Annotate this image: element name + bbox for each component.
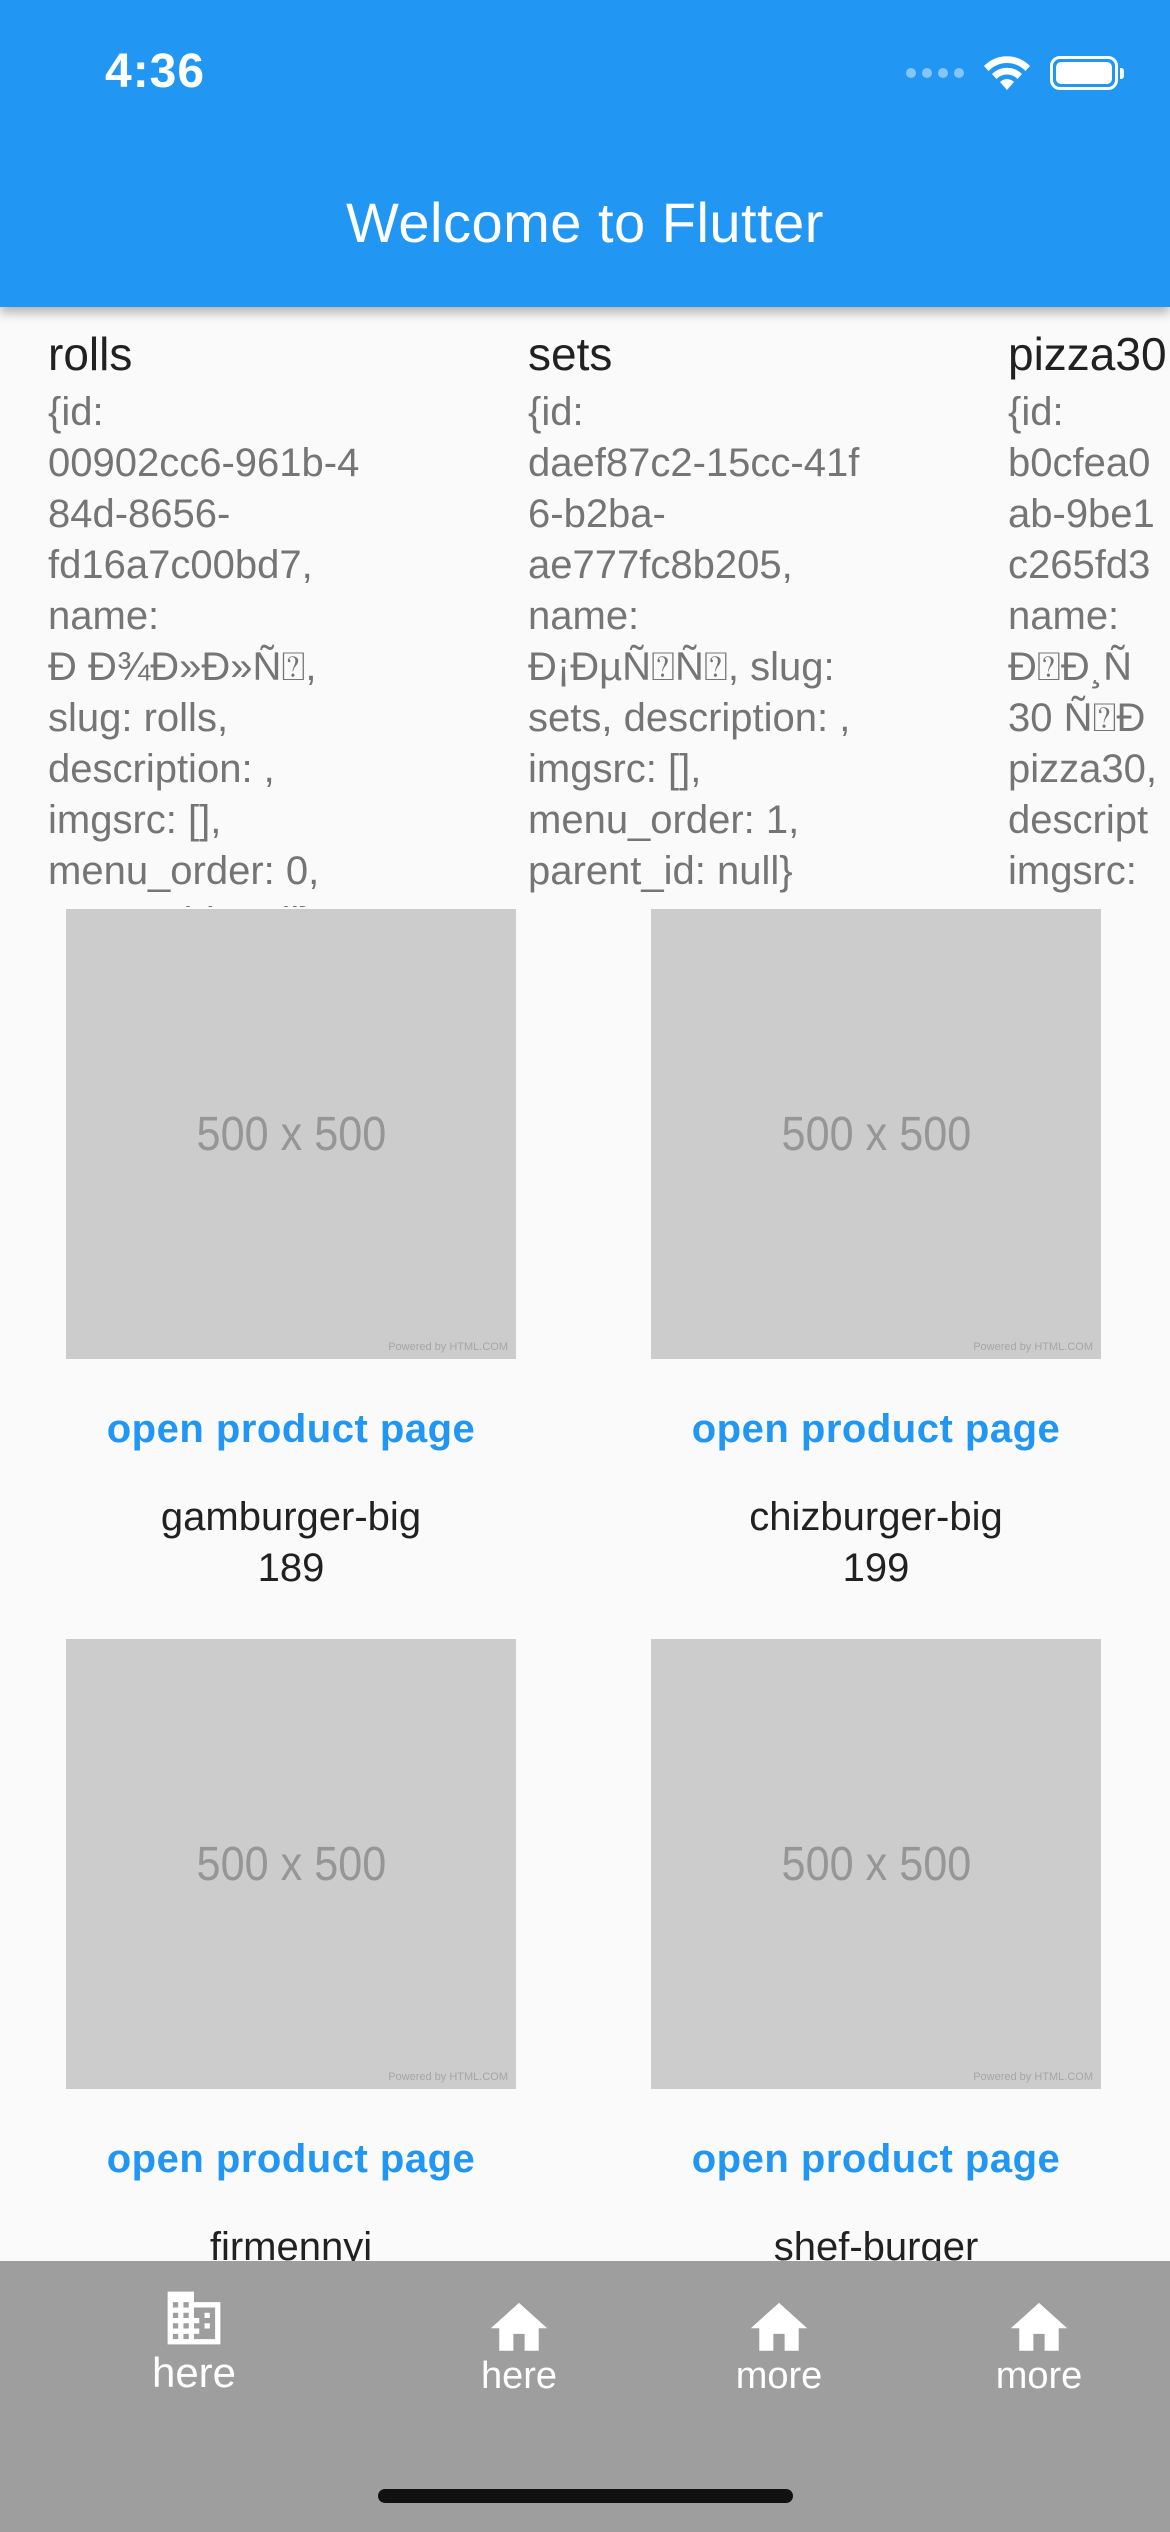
product-card: 500 x 500 Powered by HTML.COM open produ… — [66, 1639, 516, 2261]
category-item[interactable]: rolls {id: 00902cc6-961b-4 84d-8656- fd1… — [48, 321, 478, 907]
product-image: 500 x 500 Powered by HTML.COM — [66, 1639, 516, 2089]
open-product-link[interactable]: open product page — [66, 2137, 516, 2182]
product-name: shef-burger — [773, 2225, 979, 2261]
category-title: sets — [528, 328, 613, 380]
category-title: pizza30 — [1008, 328, 1167, 380]
product-card: 500 x 500 Powered by HTML.COM open produ… — [66, 909, 516, 1594]
nav-label: more — [995, 2355, 1083, 2397]
page-title: Welcome to Flutter — [346, 191, 824, 254]
home-icon — [1010, 2302, 1068, 2351]
product-image: 500 x 500 Powered by HTML.COM — [651, 909, 1101, 1359]
product-price: 199 — [842, 1546, 910, 1590]
category-item[interactable]: sets {id: daef87c2-15cc-41f 6-b2ba- ae77… — [528, 321, 958, 897]
category-description: {id: daef87c2-15cc-41f 6-b2ba- ae777fc8b… — [528, 390, 860, 893]
nav-label: here — [480, 2355, 558, 2397]
business-icon — [167, 2291, 221, 2345]
product-card: 500 x 500 Powered by HTML.COM open produ… — [651, 909, 1101, 1594]
nav-item-more[interactable]: more — [679, 2289, 879, 2398]
nav-label: more — [735, 2355, 823, 2397]
open-product-link[interactable]: open product page — [651, 2137, 1101, 2182]
wifi-icon — [982, 54, 1032, 92]
battery-icon — [1050, 56, 1124, 90]
product-image: 500 x 500 Powered by HTML.COM — [651, 1639, 1101, 2089]
product-image: 500 x 500 Powered by HTML.COM — [66, 909, 516, 1359]
app-bar: 4:36 Welcome to Flutter — [0, 0, 1170, 307]
product-name: gamburger-big — [160, 1495, 422, 1539]
nav-item-here[interactable]: here — [94, 2289, 294, 2397]
open-product-link[interactable]: open product page — [66, 1407, 516, 1452]
product-name: chizburger-big — [749, 1495, 1003, 1539]
home-indicator[interactable] — [378, 2489, 793, 2503]
category-title: rolls — [48, 328, 133, 380]
category-item[interactable]: pizza30 {id: b0cfea0 ab-9be1 c265fd3 nam… — [1008, 321, 1170, 907]
product-price: 189 — [257, 1546, 325, 1590]
product-name: firmennyi — [209, 2225, 373, 2261]
status-time: 4:36 — [105, 45, 206, 98]
nav-item-more[interactable]: more — [939, 2289, 1139, 2398]
product-grid[interactable]: 500 x 500 Powered by HTML.COM open produ… — [0, 907, 1170, 2261]
category-description: {id: b0cfea0 ab-9be1 c265fd3 name: Ð⍰Ð¸Ñ… — [1008, 390, 1166, 907]
product-card: 500 x 500 Powered by HTML.COM open produ… — [651, 1639, 1101, 2261]
nav-label: here — [151, 2349, 237, 2396]
status-icons — [906, 54, 1124, 92]
category-description: {id: 00902cc6-961b-4 84d-8656- fd16a7c00… — [48, 390, 360, 907]
home-icon — [750, 2302, 808, 2351]
cellular-signal-icon — [906, 68, 964, 78]
category-list[interactable]: rolls {id: 00902cc6-961b-4 84d-8656- fd1… — [0, 307, 1170, 907]
nav-item-here[interactable]: here — [419, 2289, 619, 2398]
home-icon — [490, 2302, 548, 2351]
open-product-link[interactable]: open product page — [651, 1407, 1101, 1452]
